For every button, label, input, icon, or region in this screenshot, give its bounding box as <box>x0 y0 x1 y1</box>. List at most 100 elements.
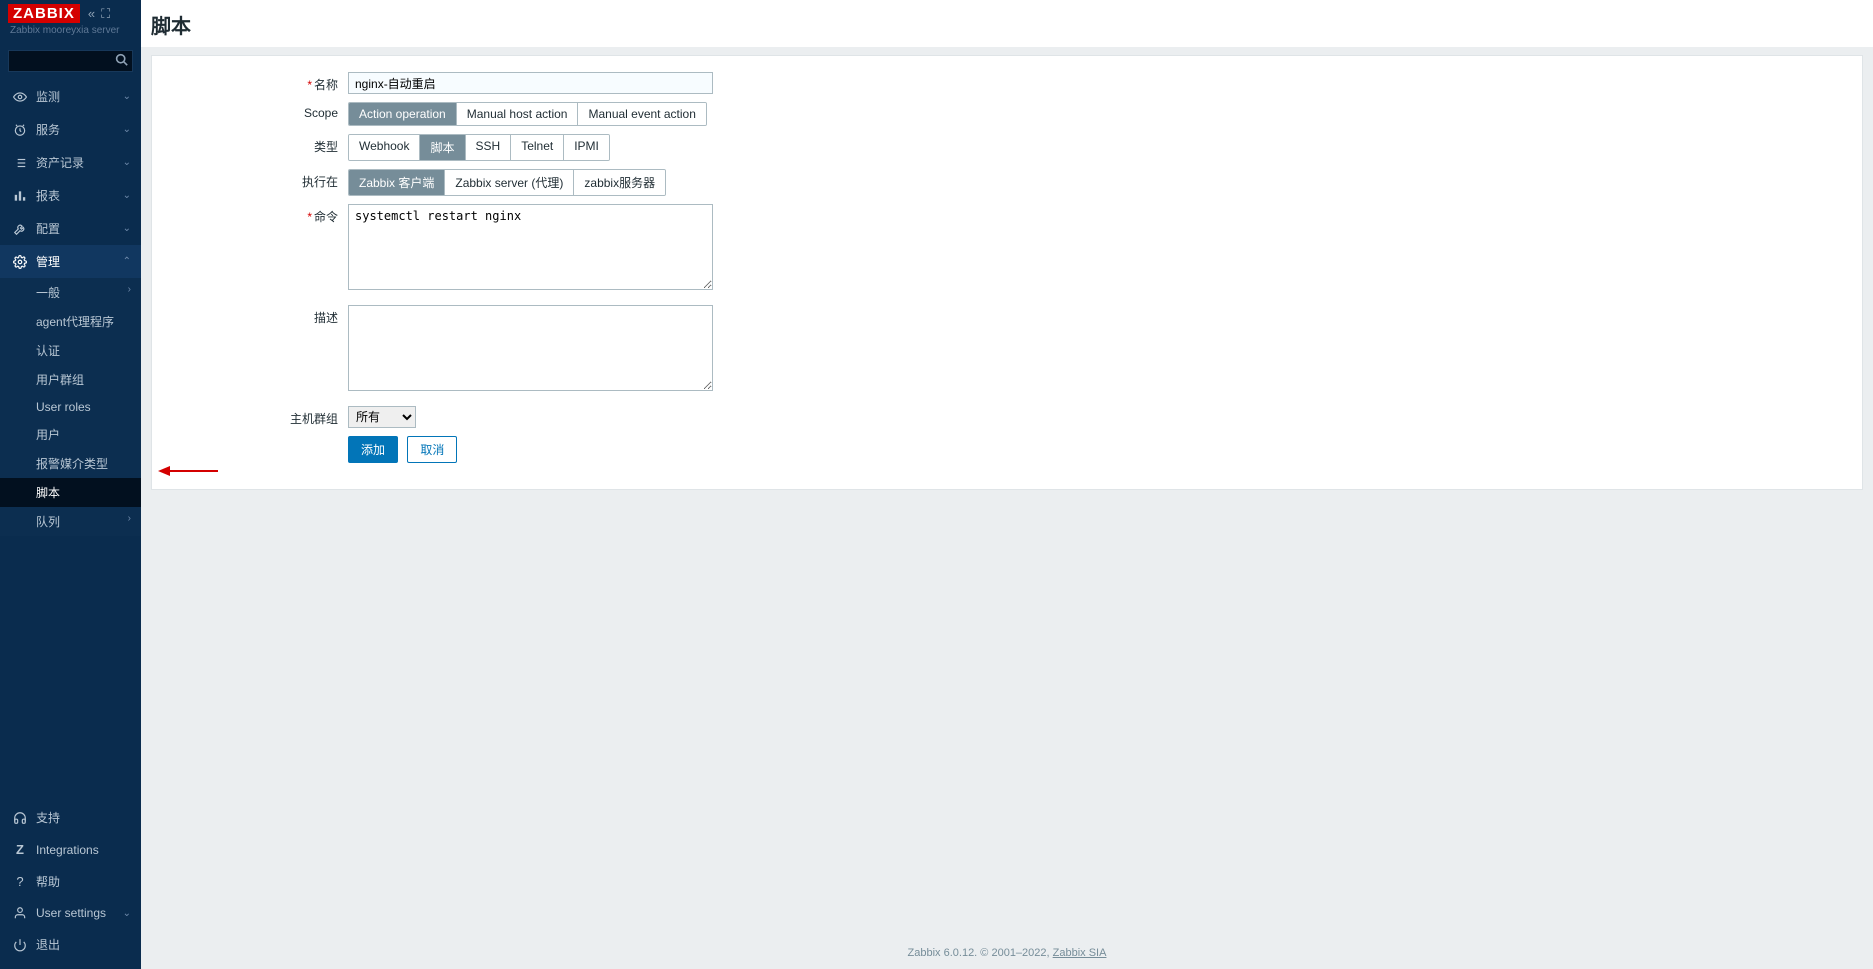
nav-label: 退出 <box>36 936 131 953</box>
nav-label: 监测 <box>36 88 123 105</box>
search-icon[interactable] <box>115 53 128 69</box>
form-panel: *名称 Scope Action operation Manual host a… <box>151 55 1863 490</box>
nav-main: 监测 ⌄ 服务 ⌄ 资产记录 ⌄ 报表 ⌄ 配置 ⌄ <box>0 80 141 801</box>
server-name: Zabbix mooreyxia server <box>8 25 133 36</box>
sub-label: 用户群组 <box>36 373 84 387</box>
execute-server-proxy[interactable]: Zabbix server (代理) <box>445 170 574 195</box>
sidebar-item-scripts[interactable]: 脚本 <box>0 478 141 507</box>
type-webhook[interactable]: Webhook <box>349 135 420 160</box>
nav-monitoring[interactable]: 监测 ⌄ <box>0 80 141 113</box>
nav-reports[interactable]: 报表 ⌄ <box>0 179 141 212</box>
chevron-down-icon: ⌄ <box>123 190 131 201</box>
collapse-icon[interactable]: « <box>88 6 95 22</box>
sub-label: 认证 <box>36 344 60 358</box>
nav-label: User settings <box>36 906 123 920</box>
sidebar-header: ZABBIX « ⛶ Zabbix mooreyxia server <box>0 0 141 44</box>
execute-agent[interactable]: Zabbix 客户端 <box>349 170 445 195</box>
nav-label: 帮助 <box>36 873 131 890</box>
clock-icon <box>10 123 30 137</box>
nav-label: 服务 <box>36 121 123 138</box>
list-icon <box>10 156 30 170</box>
main: 脚本 *名称 Scope Action operation Manual hos… <box>141 0 1873 969</box>
chevron-right-icon: › <box>128 284 131 295</box>
type-ssh[interactable]: SSH <box>466 135 512 160</box>
sidebar-item-auth[interactable]: 认证 <box>0 336 141 365</box>
power-icon <box>10 938 30 952</box>
sidebar-item-mediatypes[interactable]: 报警媒介类型 <box>0 449 141 478</box>
nav-inventory[interactable]: 资产记录 ⌄ <box>0 146 141 179</box>
content: *名称 Scope Action operation Manual host a… <box>141 47 1873 937</box>
gear-icon <box>10 255 30 269</box>
fullscreen-icon[interactable]: ⛶ <box>101 6 110 22</box>
label-text: 名称 <box>314 78 338 92</box>
scope-manual-host[interactable]: Manual host action <box>457 103 579 125</box>
sidebar-bottom: 支持 Z Integrations ? 帮助 User settings ⌄ 退… <box>0 801 141 969</box>
cancel-button[interactable]: 取消 <box>407 436 457 463</box>
nav-label: 配置 <box>36 220 123 237</box>
label-scope: Scope <box>168 102 348 120</box>
nav-admin-sub: 一般 › agent代理程序 认证 用户群组 User roles 用户 报警媒介… <box>0 278 141 536</box>
footer: Zabbix 6.0.12. © 2001–2022, Zabbix SIA <box>141 937 1873 969</box>
scope-group: Action operation Manual host action Manu… <box>348 102 707 126</box>
logo[interactable]: ZABBIX <box>8 4 80 23</box>
nav-integrations[interactable]: Z Integrations <box>0 834 141 865</box>
nav-services[interactable]: 服务 ⌄ <box>0 113 141 146</box>
sidebar: ZABBIX « ⛶ Zabbix mooreyxia server 监测 ⌄ <box>0 0 141 969</box>
nav-label: 资产记录 <box>36 154 123 171</box>
label-text: 命令 <box>314 210 338 224</box>
footer-text: Zabbix 6.0.12. © 2001–2022, <box>908 947 1053 959</box>
sub-label: 报警媒介类型 <box>36 457 108 471</box>
type-telnet[interactable]: Telnet <box>511 135 564 160</box>
nav-help[interactable]: ? 帮助 <box>0 865 141 898</box>
label-execute-on: 执行在 <box>168 169 348 190</box>
chevron-down-icon: ⌄ <box>123 91 131 102</box>
nav-label: Integrations <box>36 843 131 857</box>
label-name: *名称 <box>168 72 348 93</box>
chevron-down-icon: ⌄ <box>123 157 131 168</box>
description-textarea[interactable] <box>348 305 713 391</box>
chevron-down-icon: ⌄ <box>123 223 131 234</box>
name-input[interactable] <box>348 72 713 94</box>
nav-label: 报表 <box>36 187 123 204</box>
sidebar-item-queue[interactable]: 队列 › <box>0 507 141 536</box>
nav-usersettings[interactable]: User settings ⌄ <box>0 898 141 928</box>
page-header: 脚本 <box>141 0 1873 47</box>
sidebar-item-users[interactable]: 用户 <box>0 420 141 449</box>
help-icon: ? <box>10 874 30 889</box>
nav-logout[interactable]: 退出 <box>0 928 141 961</box>
eye-icon <box>10 90 30 104</box>
host-group-select[interactable]: 所有 <box>348 406 416 428</box>
sidebar-item-general[interactable]: 一般 › <box>0 278 141 307</box>
scope-manual-event[interactable]: Manual event action <box>578 103 705 125</box>
scope-action-operation[interactable]: Action operation <box>349 103 457 125</box>
commands-textarea[interactable]: systemctl restart nginx <box>348 204 713 290</box>
label-host-group: 主机群组 <box>168 406 348 427</box>
sub-label: agent代理程序 <box>36 315 114 329</box>
add-button[interactable]: 添加 <box>348 436 398 463</box>
nav-admin[interactable]: 管理 ⌃ <box>0 245 141 278</box>
sidebar-item-usergroups[interactable]: 用户群组 <box>0 365 141 394</box>
chevron-right-icon: › <box>128 513 131 524</box>
footer-link[interactable]: Zabbix SIA <box>1053 947 1107 959</box>
type-script[interactable]: 脚本 <box>420 135 465 160</box>
wrench-icon <box>10 222 30 236</box>
nav-support[interactable]: 支持 <box>0 801 141 834</box>
chevron-down-icon: ⌄ <box>123 124 131 135</box>
execute-server[interactable]: zabbix服务器 <box>574 170 665 195</box>
sub-label: 脚本 <box>36 486 60 500</box>
sidebar-item-userroles[interactable]: User roles <box>0 394 141 420</box>
sub-label: User roles <box>36 400 91 414</box>
nav-label: 支持 <box>36 809 131 826</box>
z-icon: Z <box>10 842 30 857</box>
sidebar-item-proxies[interactable]: agent代理程序 <box>0 307 141 336</box>
sub-label: 一般 <box>36 286 60 300</box>
bar-icon <box>10 189 30 203</box>
nav-config[interactable]: 配置 ⌄ <box>0 212 141 245</box>
sub-label: 队列 <box>36 515 60 529</box>
nav-label: 管理 <box>36 253 123 270</box>
label-description: 描述 <box>168 305 348 326</box>
type-ipmi[interactable]: IPMI <box>564 135 609 160</box>
sub-label: 用户 <box>36 428 60 442</box>
label-type: 类型 <box>168 134 348 155</box>
support-icon <box>10 811 30 825</box>
